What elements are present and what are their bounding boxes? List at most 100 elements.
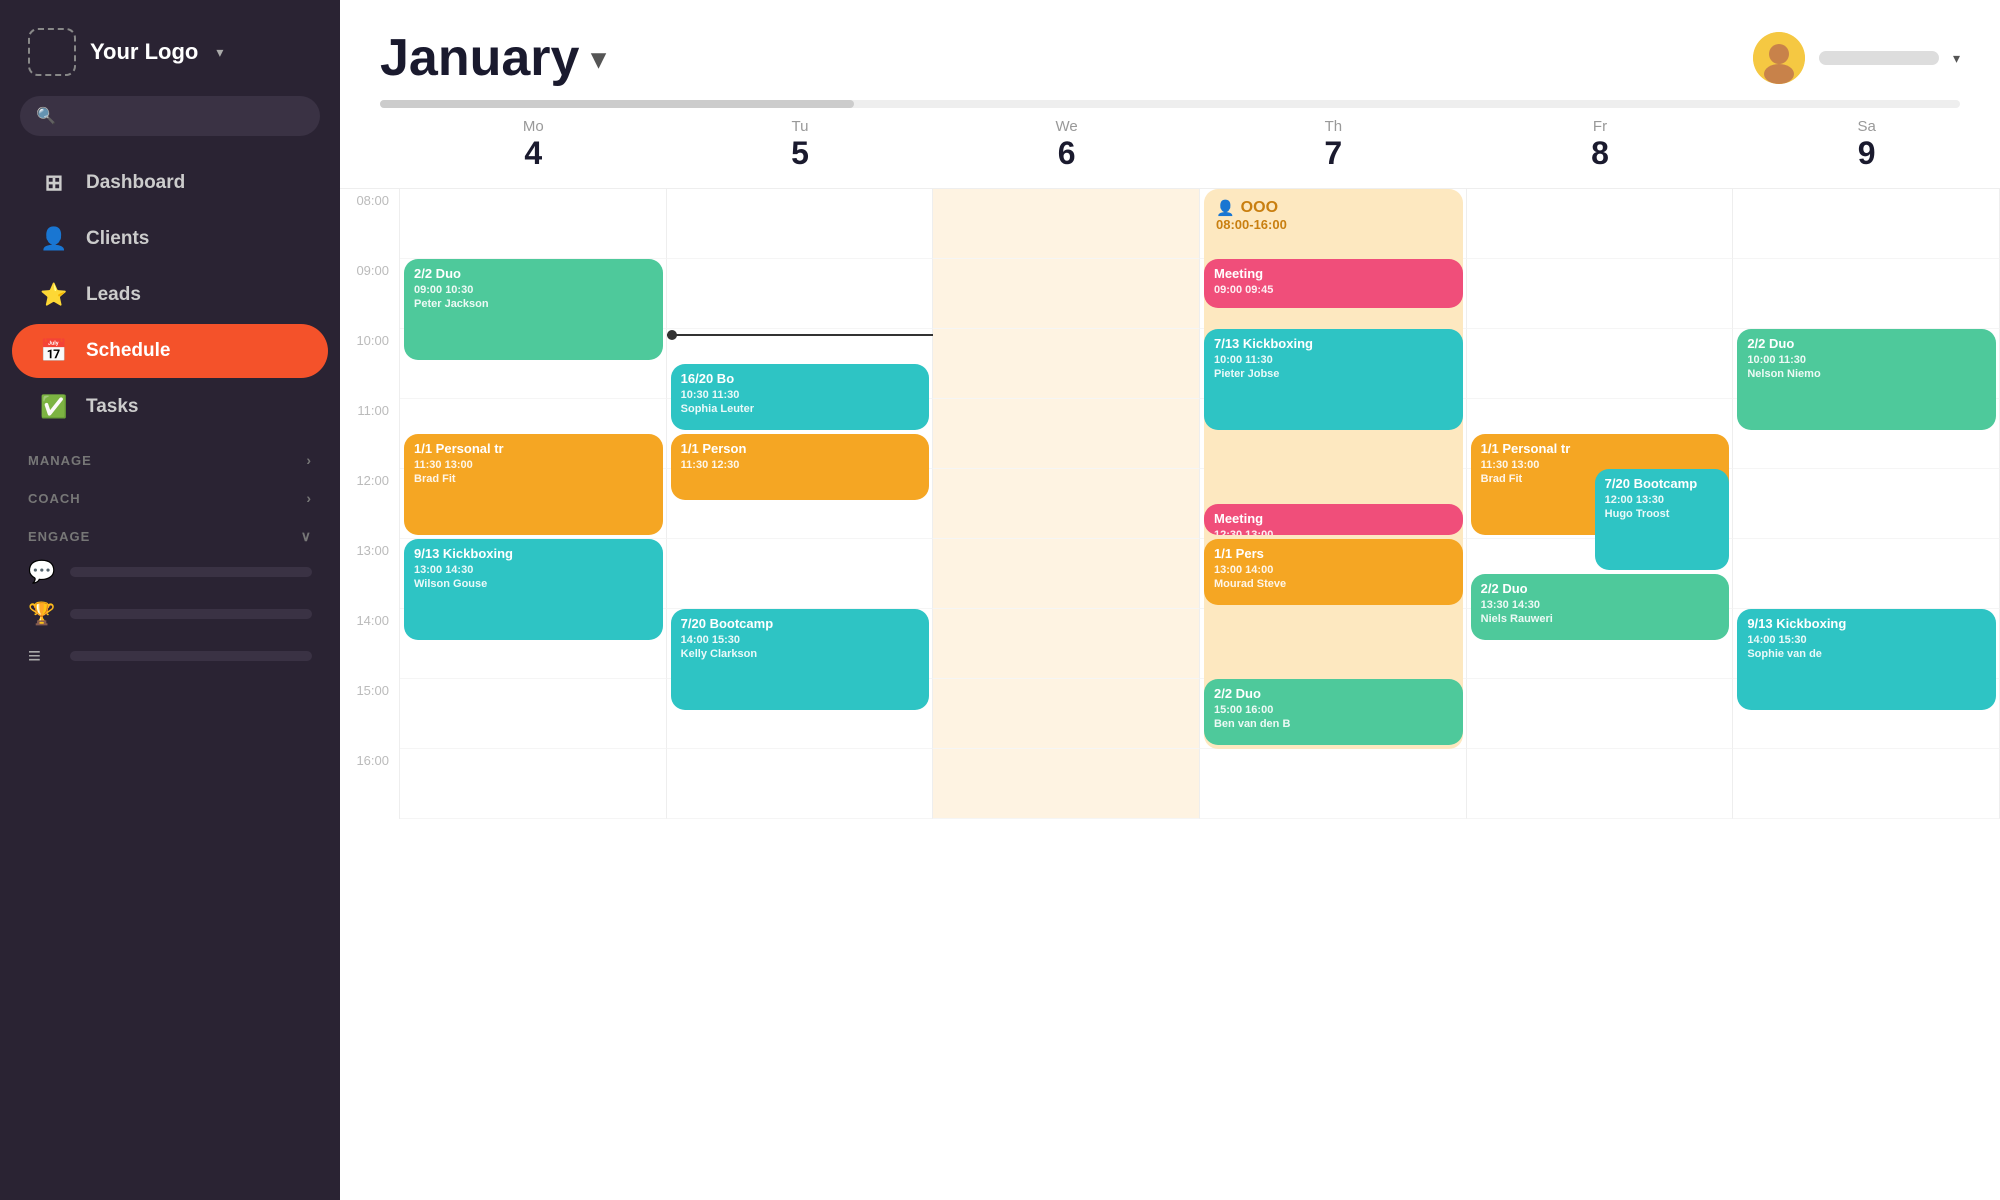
logo-text: Your Logo bbox=[90, 39, 198, 65]
cell-0-1 bbox=[400, 259, 667, 329]
avatar bbox=[1753, 32, 1805, 84]
cell-1-1 bbox=[667, 259, 934, 329]
tasks-label: Tasks bbox=[86, 396, 138, 418]
engage-row[interactable]: 🏆 bbox=[28, 601, 312, 627]
day-header-we: We6 bbox=[933, 108, 1200, 188]
header-right: ▾ bbox=[1753, 32, 1960, 84]
logo-box bbox=[28, 28, 76, 76]
cell-0-2 bbox=[400, 329, 667, 399]
time-label: 15:00 bbox=[340, 679, 400, 749]
cell-3-5 bbox=[1200, 539, 1467, 609]
cell-5-2 bbox=[1733, 329, 2000, 399]
cell-5-3 bbox=[1733, 399, 2000, 469]
cell-2-8 bbox=[933, 749, 1200, 819]
section-chevron-icon: ∨ bbox=[301, 528, 312, 545]
cell-4-3 bbox=[1467, 399, 1734, 469]
cell-3-8 bbox=[1200, 749, 1467, 819]
time-label: 14:00 bbox=[340, 609, 400, 679]
cell-3-4 bbox=[1200, 469, 1467, 539]
cell-5-7 bbox=[1733, 679, 2000, 749]
cell-5-1 bbox=[1733, 259, 2000, 329]
engage-row[interactable]: ≡ bbox=[28, 643, 312, 669]
main-content: January ▾ ▾ Mo4Tu5We6Th7Fr8Sa908:0009:00… bbox=[340, 0, 2000, 1200]
day-header-tu: Tu5 bbox=[667, 108, 934, 188]
cell-5-4 bbox=[1733, 469, 2000, 539]
day-header-mo: Mo4 bbox=[400, 108, 667, 188]
cell-3-2 bbox=[1200, 329, 1467, 399]
sidebar-logo[interactable]: Your Logo ▾ bbox=[0, 0, 340, 96]
leads-label: Leads bbox=[86, 284, 141, 306]
calendar-wrap[interactable]: Mo4Tu5We6Th7Fr8Sa908:0009:0010:0011:0012… bbox=[340, 108, 2000, 1200]
time-label: 10:00 bbox=[340, 329, 400, 399]
day-header-sa: Sa9 bbox=[1733, 108, 2000, 188]
cell-2-7 bbox=[933, 679, 1200, 749]
logo-chevron-icon: ▾ bbox=[216, 44, 223, 61]
cell-2-0 bbox=[933, 189, 1200, 259]
user-name-bar bbox=[1819, 51, 1939, 65]
cell-2-3 bbox=[933, 399, 1200, 469]
cell-5-5 bbox=[1733, 539, 2000, 609]
sections-container: MANAGE›COACH›ENGAGE∨ bbox=[0, 436, 340, 551]
cell-0-7 bbox=[400, 679, 667, 749]
month-label: January bbox=[380, 28, 579, 88]
progress-bar-bg bbox=[380, 100, 1960, 108]
cell-4-4 bbox=[1467, 469, 1734, 539]
sidebar-item-leads[interactable]: ⭐Leads bbox=[12, 268, 328, 322]
sidebar-item-clients[interactable]: 👤Clients bbox=[12, 212, 328, 266]
time-label: 08:00 bbox=[340, 189, 400, 259]
cell-4-6 bbox=[1467, 609, 1734, 679]
time-label: 12:00 bbox=[340, 469, 400, 539]
cell-3-7 bbox=[1200, 679, 1467, 749]
time-label: 16:00 bbox=[340, 749, 400, 819]
cell-2-6 bbox=[933, 609, 1200, 679]
engage-bar bbox=[70, 609, 312, 619]
cell-4-7 bbox=[1467, 679, 1734, 749]
cell-5-8 bbox=[1733, 749, 2000, 819]
engage-bar bbox=[70, 567, 312, 577]
cell-0-5 bbox=[400, 539, 667, 609]
time-label: 11:00 bbox=[340, 399, 400, 469]
cell-3-0 bbox=[1200, 189, 1467, 259]
day-header-th: Th7 bbox=[1200, 108, 1467, 188]
cell-2-4 bbox=[933, 469, 1200, 539]
schedule-label: Schedule bbox=[86, 340, 170, 362]
engage-items: 💬 🏆 ≡ bbox=[0, 551, 340, 677]
cell-0-0 bbox=[400, 189, 667, 259]
cell-1-8 bbox=[667, 749, 934, 819]
cell-4-0 bbox=[1467, 189, 1734, 259]
search-bar[interactable]: 🔍 bbox=[20, 96, 320, 136]
schedule-icon: 📅 bbox=[40, 338, 68, 364]
engage-row[interactable]: 💬 bbox=[28, 559, 312, 585]
tasks-icon: ✅ bbox=[40, 394, 68, 420]
nav-list: ⊞ Dashboard 👤Clients⭐Leads 📅 Schedule ✅ Tasks bbox=[0, 154, 340, 436]
dashboard-icon: ⊞ bbox=[40, 170, 68, 196]
engage-bar bbox=[70, 651, 312, 661]
calendar-grid: Mo4Tu5We6Th7Fr8Sa908:0009:0010:0011:0012… bbox=[340, 108, 2000, 908]
cell-4-2 bbox=[1467, 329, 1734, 399]
cell-4-1 bbox=[1467, 259, 1734, 329]
section-chevron-icon: › bbox=[306, 452, 312, 468]
month-chevron-icon[interactable]: ▾ bbox=[591, 42, 605, 75]
section-manage[interactable]: MANAGE› bbox=[0, 436, 340, 474]
cell-2-2 bbox=[933, 329, 1200, 399]
search-input[interactable] bbox=[66, 108, 304, 125]
user-chevron-icon[interactable]: ▾ bbox=[1953, 50, 1960, 67]
cell-1-7 bbox=[667, 679, 934, 749]
clients-icon: 👤 bbox=[40, 226, 68, 252]
dashboard-label: Dashboard bbox=[86, 172, 185, 194]
cell-0-3 bbox=[400, 399, 667, 469]
search-icon: 🔍 bbox=[36, 106, 56, 126]
cell-2-1 bbox=[933, 259, 1200, 329]
section-coach[interactable]: COACH› bbox=[0, 474, 340, 512]
sidebar-item-tasks[interactable]: ✅ Tasks bbox=[12, 380, 328, 434]
cell-3-1 bbox=[1200, 259, 1467, 329]
cell-0-8 bbox=[400, 749, 667, 819]
cell-4-5 bbox=[1467, 539, 1734, 609]
cell-5-0 bbox=[1733, 189, 2000, 259]
sidebar-item-schedule[interactable]: 📅 Schedule bbox=[12, 324, 328, 378]
cell-0-4 bbox=[400, 469, 667, 539]
cell-3-3 bbox=[1200, 399, 1467, 469]
section-chevron-icon: › bbox=[306, 490, 312, 506]
sidebar-item-dashboard[interactable]: ⊞ Dashboard bbox=[12, 156, 328, 210]
progress-wrap bbox=[340, 88, 2000, 108]
